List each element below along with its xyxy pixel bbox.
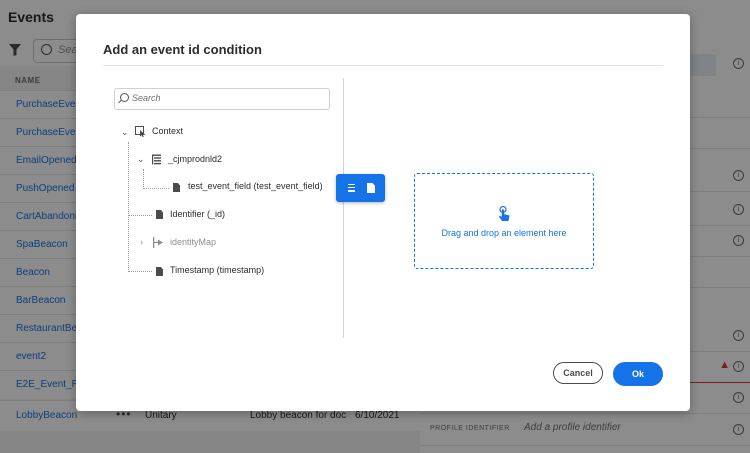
- dragged-field-handle[interactable]: [336, 174, 385, 202]
- chevron-right-icon[interactable]: ›: [140, 237, 143, 247]
- document-icon: [367, 183, 375, 193]
- search-icon: [120, 93, 129, 102]
- drop-zone-text: Drag and drop an element here: [441, 228, 567, 238]
- touch-hand-icon: [499, 206, 510, 221]
- tree-guide-line: [128, 215, 152, 216]
- field-search-input[interactable]: [132, 91, 322, 105]
- list-icon: [348, 184, 355, 194]
- event-id-condition-dialog: Add an event id condition ⌄ Context ⌄ _c…: [76, 14, 690, 411]
- chevron-down-icon[interactable]: ⌄: [121, 127, 129, 138]
- tree-node-test-event-field[interactable]: test_event_field (test_event_field): [188, 181, 323, 191]
- field-icon: [173, 183, 180, 192]
- map-icon: [153, 237, 163, 248]
- panel-divider: [343, 78, 344, 338]
- tree-node-identity-map[interactable]: identityMap: [170, 237, 216, 247]
- dialog-divider: [103, 65, 663, 66]
- object-icon: [135, 126, 146, 137]
- tree-node-timestamp[interactable]: Timestamp (timestamp): [170, 265, 264, 275]
- cancel-button[interactable]: Cancel: [553, 362, 603, 384]
- tree-node-group[interactable]: _cjmprodnld2: [168, 154, 222, 164]
- tree-guide-line: [128, 142, 129, 272]
- field-search[interactable]: [114, 88, 330, 110]
- ok-button[interactable]: Ok: [613, 362, 663, 386]
- tree-node-context[interactable]: Context: [152, 126, 183, 136]
- tree-guide-line: [128, 271, 152, 272]
- tree-guide-line: [143, 188, 169, 189]
- field-icon: [156, 267, 163, 276]
- tree-node-identifier[interactable]: Identifier (_id): [170, 209, 225, 219]
- field-icon: [156, 210, 163, 219]
- tree-guide-line: [143, 169, 144, 189]
- dialog-title: Add an event id condition: [103, 42, 262, 57]
- field-group-icon: [152, 154, 161, 165]
- chevron-down-icon[interactable]: ⌄: [137, 154, 145, 165]
- drop-zone[interactable]: Drag and drop an element here: [414, 173, 594, 269]
